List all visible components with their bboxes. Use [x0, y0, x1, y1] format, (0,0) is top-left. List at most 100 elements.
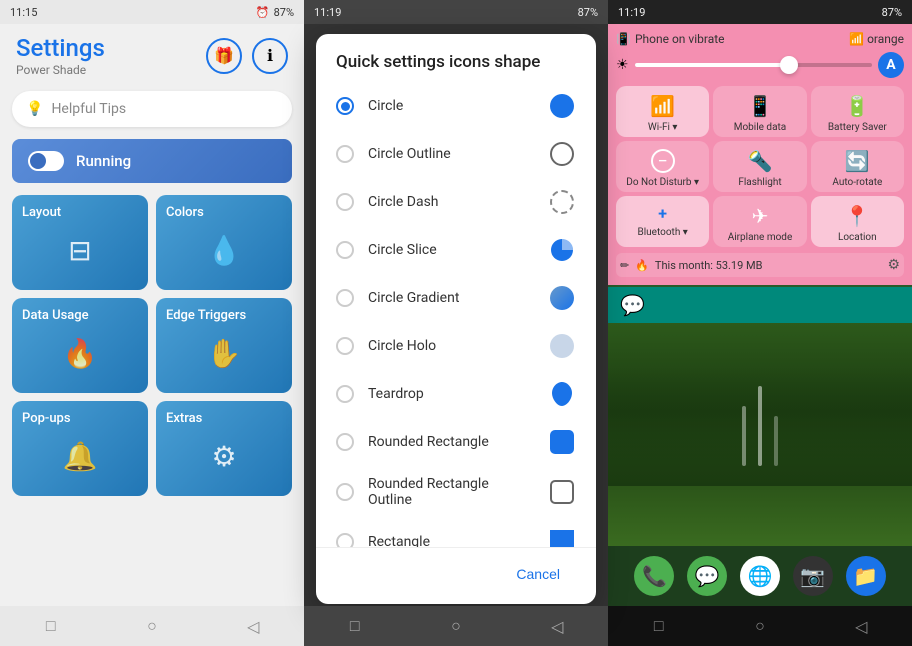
- nav-back-3[interactable]: ◁: [846, 611, 876, 641]
- helpful-tips-bar[interactable]: 💡 Helpful Tips: [12, 91, 292, 127]
- airplane-label: Airplane mode: [728, 232, 793, 243]
- data-usage-text: This month: 53.19 MB: [655, 259, 763, 272]
- brightness-slider[interactable]: [635, 63, 872, 67]
- dialog-title: Quick settings icons shape: [316, 34, 596, 82]
- battery-3: 87%: [882, 6, 902, 19]
- dock-files[interactable]: 📁: [846, 556, 886, 596]
- label-rectangle: Rectangle: [368, 534, 534, 547]
- item-circle-holo[interactable]: Circle Holo: [316, 322, 596, 370]
- layout-card[interactable]: Layout ⊟: [12, 195, 148, 290]
- popups-card[interactable]: Pop-ups 🔔: [12, 401, 148, 496]
- dock-phone[interactable]: 📞: [634, 556, 674, 596]
- settings-title: Settings: [16, 34, 105, 62]
- data-usage-info: ✏ 🔥 This month: 53.19 MB: [620, 259, 762, 272]
- nav-circle-1[interactable]: ○: [137, 611, 167, 641]
- nav-square-2[interactable]: □: [340, 611, 370, 641]
- tile-wifi[interactable]: 📶 Wi-Fi ▾: [616, 86, 709, 137]
- settings-header-icons: 🎁 ℹ: [206, 38, 288, 74]
- item-circle-outline[interactable]: Circle Outline: [316, 130, 596, 178]
- notification-panel-content: 📳 Phone on vibrate 📶 orange ☀ A 📶 Wi-Fi …: [608, 24, 912, 285]
- item-circle-dash[interactable]: Circle Dash: [316, 178, 596, 226]
- profile-avatar: A: [878, 52, 904, 78]
- nav-square-3[interactable]: □: [644, 611, 674, 641]
- bluetooth-label: Bluetooth ▾: [637, 227, 687, 238]
- tile-autorotate[interactable]: 🔄 Auto-rotate: [811, 141, 904, 192]
- gift-button[interactable]: 🎁: [206, 38, 242, 74]
- dock-chrome[interactable]: 🌐: [740, 556, 780, 596]
- radio-circle-gradient[interactable]: [336, 289, 354, 307]
- item-rounded-rect-outline[interactable]: Rounded Rectangle Outline: [316, 466, 596, 518]
- dock-camera[interactable]: 📷: [793, 556, 833, 596]
- item-circle[interactable]: Circle: [316, 82, 596, 130]
- radio-rounded-rect-outline[interactable]: [336, 483, 354, 501]
- preview-circle-slice: [548, 236, 576, 264]
- radio-teardrop[interactable]: [336, 385, 354, 403]
- nav-bar-2: □ ○ ◁: [304, 606, 608, 646]
- data-usage-card[interactable]: Data Usage 🔥: [12, 298, 148, 393]
- edge-triggers-card[interactable]: Edge Triggers ✋: [156, 298, 292, 393]
- colors-icon: 💧: [166, 220, 282, 280]
- battery-2: 87%: [578, 6, 598, 19]
- info-button[interactable]: ℹ: [252, 38, 288, 74]
- settings-header: Settings Power Shade 🎁 ℹ: [0, 24, 304, 85]
- running-toggle[interactable]: [28, 151, 64, 171]
- preview-circle-holo: [548, 332, 576, 360]
- nav-circle-2[interactable]: ○: [441, 611, 471, 641]
- preview-circle: [548, 92, 576, 120]
- data-usage-icon: 🔥: [22, 323, 138, 383]
- tile-mobile-data[interactable]: 📱 Mobile data: [713, 86, 806, 137]
- nav-back-2[interactable]: ◁: [542, 611, 572, 641]
- label-circle-slice: Circle Slice: [368, 242, 534, 258]
- nav-back-1[interactable]: ◁: [238, 611, 268, 641]
- lightbulb-icon: 💡: [26, 101, 43, 117]
- settings-title-block: Settings Power Shade: [16, 34, 105, 77]
- flashlight-icon: 🔦: [748, 149, 773, 173]
- extras-card[interactable]: Extras ⚙: [156, 401, 292, 496]
- signal-icon: 📶: [849, 32, 864, 46]
- layout-label: Layout: [22, 205, 138, 220]
- radio-rectangle[interactable]: [336, 533, 354, 547]
- whatsapp-bar[interactable]: 💬: [608, 287, 912, 323]
- tile-location[interactable]: 📍 Location: [811, 196, 904, 247]
- radio-circle-slice[interactable]: [336, 241, 354, 259]
- battery-saver-label: Battery Saver: [828, 122, 887, 133]
- item-circle-slice[interactable]: Circle Slice: [316, 226, 596, 274]
- location-icon: 📍: [845, 204, 870, 228]
- carrier-label: 📶 orange: [849, 32, 904, 46]
- wifi-icon: 📶: [650, 94, 675, 118]
- helpful-tips-label: Helpful Tips: [51, 101, 126, 117]
- radio-circle-holo[interactable]: [336, 337, 354, 355]
- nav-circle-3[interactable]: ○: [745, 611, 775, 641]
- quick-tiles-grid: 📶 Wi-Fi ▾ 📱 Mobile data 🔋 Battery Saver …: [616, 86, 904, 247]
- radio-circle[interactable]: [336, 97, 354, 115]
- label-circle-outline: Circle Outline: [368, 146, 534, 162]
- tile-bluetooth[interactable]: + Bluetooth ▾: [616, 196, 709, 247]
- whatsapp-icon: 💬: [620, 293, 645, 317]
- alarm-icon: ⏰: [256, 6, 270, 19]
- item-rounded-rect[interactable]: Rounded Rectangle: [316, 418, 596, 466]
- item-teardrop[interactable]: Teardrop: [316, 370, 596, 418]
- tile-battery-saver[interactable]: 🔋 Battery Saver: [811, 86, 904, 137]
- item-circle-gradient[interactable]: Circle Gradient: [316, 274, 596, 322]
- nav-bar-1: □ ○ ◁: [0, 606, 304, 646]
- dock-messages[interactable]: 💬: [687, 556, 727, 596]
- tile-airplane[interactable]: ✈ Airplane mode: [713, 196, 806, 247]
- tile-flashlight[interactable]: 🔦 Flashlight: [713, 141, 806, 192]
- layout-icon: ⊟: [22, 220, 138, 280]
- popups-label: Pop-ups: [22, 411, 138, 426]
- radio-circle-outline[interactable]: [336, 145, 354, 163]
- settings-gear-icon[interactable]: ⚙: [887, 257, 900, 273]
- notif-bottom-bar: ✏ 🔥 This month: 53.19 MB ⚙: [616, 253, 904, 277]
- radio-circle-dash[interactable]: [336, 193, 354, 211]
- cancel-button[interactable]: Cancel: [496, 558, 580, 590]
- fire-icon: 🔥: [635, 259, 649, 272]
- colors-card[interactable]: Colors 💧: [156, 195, 292, 290]
- radio-rounded-rect[interactable]: [336, 433, 354, 451]
- tile-dnd[interactable]: − Do Not Disturb ▾: [616, 141, 709, 192]
- airplane-icon: ✈: [752, 204, 769, 228]
- dialog-panel: 11:19 87% Quick settings icons shape Cir…: [304, 0, 608, 646]
- item-rectangle[interactable]: Rectangle: [316, 518, 596, 547]
- autorotate-icon: 🔄: [845, 149, 870, 173]
- extras-label: Extras: [166, 411, 282, 426]
- nav-square-1[interactable]: □: [36, 611, 66, 641]
